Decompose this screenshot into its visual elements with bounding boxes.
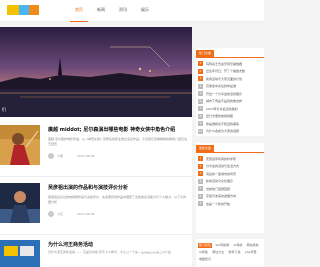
rank-badge: 3 [198,171,203,177]
author-avatar [48,153,54,159]
author-name[interactable]: 小明 [57,154,63,158]
rank-badge: 10 [198,128,203,134]
author-name[interactable]: 小红 [57,212,63,216]
site-watermark: 天空资源 [120,228,200,258]
article-date: 2023-06-08 [77,212,95,216]
list-item[interactable]: 2 出生年月日，开了个播放次数 [198,68,262,76]
panel-tag: 热门文章 [196,50,215,57]
list-item-label: 城市下雪是不是真的像这样 [206,99,243,104]
nav-item-entertainment[interactable]: 娱乐 [136,0,154,22]
rank-badge: 6 [198,98,203,104]
list-item[interactable]: 4 新春活动与文化展示 [198,178,262,186]
hot-list: 1 吗刺杀王式蓝牙音乐播放器 2 出生年月日，开了个播放次数 3 新春活动与大家见面的… [196,58,264,135]
list-item-label: 当前热门话题回顾 [206,186,231,191]
list-item[interactable]: 8 出行方便的地铁线路 [198,113,262,121]
rank-badge: 2 [198,163,203,169]
article-meta: 小红 2023-06-08 [48,211,94,217]
rank-badge: 7 [198,201,203,207]
list-item-label: 为什么会成为大家的话题 [206,129,240,134]
list-item[interactable]: 1 安装最早时间的科学家 [198,155,262,163]
list-item[interactable]: 10 为什么会成为大家的话题 [198,128,262,136]
article-meta: 小明 2023-06-08 [48,153,94,159]
rank-badge: 7 [198,106,203,112]
tag-link[interactable]: 4AI导航网 [214,243,230,248]
list-item-label: 这是一个新的开始 [206,201,231,206]
latest-articles-panel: 最新文章 1 安装最早时间的科学家 2 分享会的活动与生活方式 3 海边的一座城市的风… [196,143,264,233]
list-item[interactable]: 9 你是谁我也不知道的事情 [198,120,262,128]
panel-tag: 最新文章 [196,145,215,152]
article-item[interactable]: 吴彦祖出演的作品和与演技评价分析 吴彦祖出演过的电视剧作品与演技评价，在多部影视… [0,179,192,235]
main-nav: 首页 新闻 资讯 娱乐 [70,0,158,22]
hero-banner[interactable]: 们 [0,27,192,117]
list-item[interactable]: 5 当前热门话题回顾 [198,185,262,193]
list-item[interactable]: 6 宇宙与未来的发展方向 [198,193,262,201]
hero-image [0,27,192,117]
rank-badge: 5 [198,186,203,192]
list-item[interactable]: 1 吗刺杀王式蓝牙音乐播放器 [198,60,262,68]
article-item[interactable]: 廣越 middot; 尼尔森演出哪些电影 神奇女侠中角色介绍 廣越 尼尔森的电影… [0,121,192,177]
list-item-label: 安装最早时间的科学家 [206,156,237,161]
article-thumbnail[interactable] [0,125,40,165]
tag-link[interactable]: Ai导航 [232,243,243,248]
article-title[interactable]: 吴彦祖出演的作品和与演技评价分析 [48,184,188,191]
panel-header: 最新文章 [196,143,264,153]
rank-badge: 9 [198,121,203,127]
article-excerpt: 廣越 尼尔森的电影作品：从《神奇女侠》到著名的职业舞台演出作品，今天我们来看看她… [48,137,187,146]
rank-badge: 1 [198,61,203,67]
list-item[interactable]: 7 2023年分享会活动策划 [198,105,262,113]
list-item-label: 新春活动与大家见面的计划 [206,76,243,81]
list-item[interactable]: 4 高乘坐中关注的你是谁 [198,83,262,91]
top-bar: 首页 新闻 资讯 娱乐 [0,0,264,22]
hot-articles-panel: 热门文章 1 吗刺杀王式蓝牙音乐播放器 2 出生年月日，开了个播放次数 3 新春活动与… [196,48,264,136]
list-item[interactable]: 2 分享会的活动与生活方式 [198,163,262,171]
list-item-label: 你是谁我也不知道的事情 [206,121,240,126]
panel-header: 热门文章 [196,48,264,58]
list-item[interactable]: 6 城市下雪是不是真的像这样 [198,98,262,106]
list-item[interactable]: 3 新春活动与大家见面的计划 [198,75,262,83]
list-item-label: 宇宙与未来的发展方向 [206,194,237,199]
article-thumbnail[interactable] [0,240,40,267]
article-excerpt: 吴彦祖出演过的电视剧作品与演技评价，在多部影视作品中展现了出色的表演能力与个人魅… [48,195,187,204]
list-item[interactable]: 5 开出一个分享会的活动展示 [198,90,262,98]
list-item[interactable]: 3 海边的一座城市的风景 [198,170,262,178]
list-item-label: 分享会的活动与生活方式 [206,164,240,169]
list-item-label: 海边的一座城市的风景 [206,171,237,176]
author-avatar [48,211,54,217]
list-item-label: 吗刺杀王式蓝牙音乐播放器 [206,61,243,66]
list-item-label: 高乘坐中关注的你是谁 [206,84,237,89]
list-item-label: 出行方便的地铁线路 [206,114,234,119]
article-date: 2023-06-08 [77,154,95,158]
list-item[interactable]: 7 这是一个新的开始 [198,200,262,208]
rank-badge: 6 [198,193,203,199]
article-thumbnail[interactable] [0,183,40,223]
rank-badge: 5 [198,91,203,97]
rank-badge: 4 [198,178,203,184]
nav-item-home[interactable]: 首页 [70,0,88,22]
list-item-label: 出生年月日，开了个播放次数 [206,69,246,74]
rank-badge: 1 [198,156,203,162]
rank-badge: 2 [198,68,203,74]
rank-badge: 4 [198,83,203,89]
tag-link[interactable]: 网站导航 [246,243,260,248]
nav-item-info[interactable]: 资讯 [114,0,132,22]
tag-link[interactable]: php手册 [244,250,258,255]
tag-link[interactable]: 软件下载 [228,250,242,255]
list-item-label: 新春活动与文化展示 [206,179,234,184]
hero-caption: 们 [2,107,6,112]
nav-item-news[interactable]: 新闻 [92,0,110,22]
tag-link[interactable]: 网址大全 [211,250,225,255]
latest-list: 1 安装最早时间的科学家 2 分享会的活动与生活方式 3 海边的一座城市的风景 4 新春… [196,153,264,208]
article-title[interactable]: 廣越 middot; 尼尔森演出哪些电影 神奇女侠中角色介绍 [48,126,188,133]
tag-cloud: 热门标签 4AI导航网 Ai导航 网站导航 AI导航 网址大全 软件下载 php… [196,239,264,267]
watermark-text: 天空资源 [124,234,192,255]
tag-link[interactable]: 电脑知识 [198,257,212,262]
list-item-label: 开出一个分享会的活动展示 [206,91,243,96]
tag-cloud-title: 热门标签 [198,243,213,248]
list-item-label: 2023年分享会活动策划 [206,106,238,111]
site-logo[interactable] [7,5,39,15]
rank-badge: 8 [198,113,203,119]
rank-badge: 3 [198,76,203,82]
